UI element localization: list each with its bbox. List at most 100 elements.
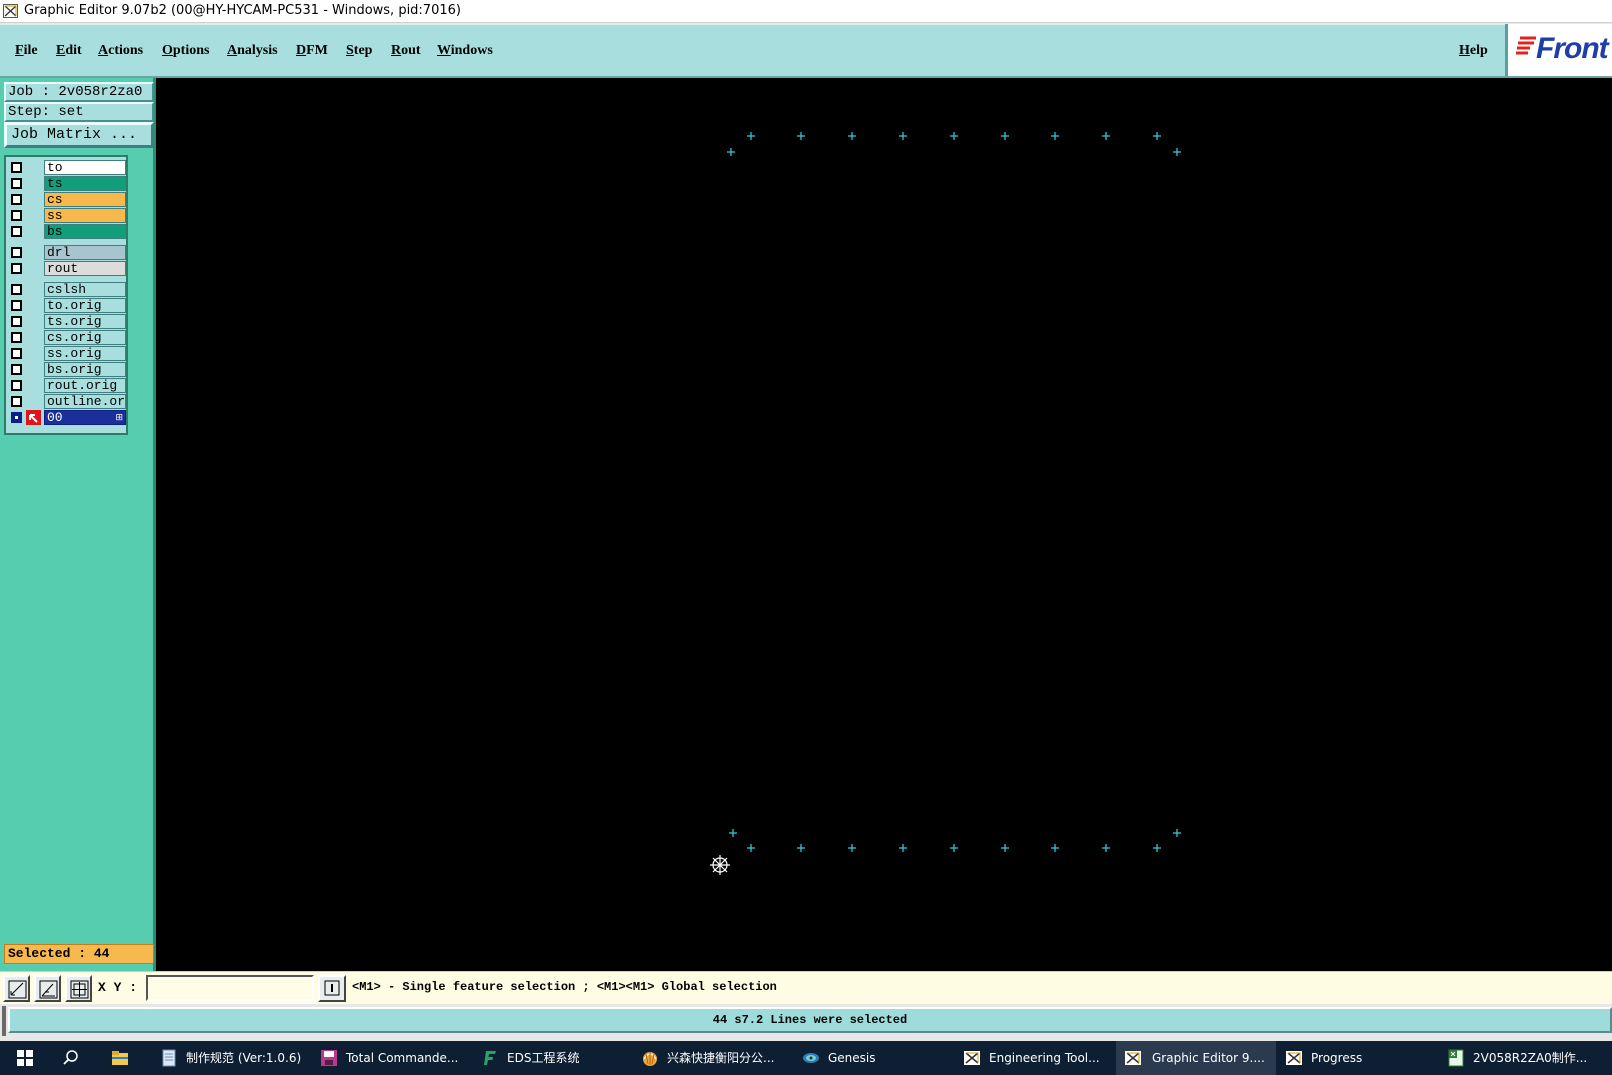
layer-checkbox[interactable] [11, 162, 22, 173]
pad-marker [899, 132, 907, 140]
layer-name[interactable]: to [44, 160, 126, 175]
layer-checkbox[interactable] [11, 284, 22, 295]
layer-row-bs[interactable]: bs [8, 224, 126, 239]
layer-name[interactable]: ts.orig [44, 314, 126, 329]
taskbar-item[interactable]: EDS工程系统 [481, 1041, 631, 1075]
graphic-canvas[interactable] [157, 80, 1612, 972]
grid-tool-button[interactable] [65, 975, 92, 1002]
taskbar-item[interactable]: Genesis [802, 1041, 952, 1075]
menu-step[interactable]: Step [346, 43, 372, 59]
step-label: Step: set [4, 102, 154, 122]
layer-checkbox[interactable] [11, 226, 22, 237]
layer-name[interactable]: ts [44, 176, 126, 191]
menu-edit[interactable]: Edit [56, 43, 82, 59]
pad-marker [1001, 844, 1009, 852]
layer-row-bs-orig[interactable]: bs.orig [8, 362, 126, 377]
layer-name[interactable]: cs [44, 192, 126, 207]
layer-row-ss[interactable]: ss [8, 208, 126, 223]
menu-dfm[interactable]: DFM [296, 43, 328, 59]
windows-taskbar: 制作规范 (Ver:1.0.6) Total Commande... EDS工程… [0, 1041, 1612, 1075]
folder-icon [112, 1051, 128, 1065]
layer-name[interactable]: ss.orig [44, 346, 126, 361]
menu-file[interactable]: File [15, 43, 38, 59]
file-explorer-button[interactable] [111, 1041, 135, 1075]
menu-windows[interactable]: Windows [437, 43, 493, 59]
layer-name[interactable]: cslsh [44, 282, 126, 297]
start-button[interactable] [14, 1041, 36, 1075]
canvas-drawing [710, 132, 1181, 875]
layer-checkbox[interactable] [11, 316, 22, 327]
layer-name[interactable]: rout [44, 261, 126, 276]
menu-help[interactable]: Help [1459, 43, 1488, 59]
layer-checkbox[interactable] [11, 364, 22, 375]
layer-row-to[interactable]: to [8, 160, 126, 175]
title-bar: Graphic Editor 9.07b2 (00@HY-HYCAM-PC531… [0, 0, 1612, 23]
taskbar-item-label: 兴森快捷衡阳分公... [667, 1051, 775, 1065]
layer-name[interactable]: to.orig [44, 298, 126, 313]
genesis-icon [803, 1053, 819, 1063]
pad-marker [950, 132, 958, 140]
xy-input[interactable] [146, 975, 314, 1001]
taskbar-item-label: Progress [1311, 1051, 1363, 1065]
measure-tool-button[interactable] [34, 975, 61, 1002]
layer-row-cs-orig[interactable]: cs.orig [8, 330, 126, 345]
job-label: Job : 2v058r2za0 [4, 82, 154, 102]
pad-marker [729, 829, 737, 837]
menu-rout[interactable]: Rout [391, 43, 421, 59]
pad-marker [1051, 132, 1059, 140]
layer-row-to-orig[interactable]: to.orig [8, 298, 126, 313]
layer-checkbox[interactable] [11, 332, 22, 343]
message-bar-handle [2, 1006, 6, 1036]
xy-label: X Y : [98, 980, 138, 995]
menu-options[interactable]: Options [162, 43, 209, 59]
info-button[interactable] [318, 975, 346, 1002]
layer-row-cslsh[interactable]: cslsh [8, 282, 126, 297]
layer-row-outline-orig[interactable]: outline.orig [8, 394, 126, 409]
pad-marker [1173, 148, 1181, 156]
taskbar-item-label: Genesis [828, 1051, 876, 1065]
layer-row-ts[interactable]: ts [8, 176, 126, 191]
layer-checkbox[interactable] [11, 396, 22, 407]
grid-icon [70, 980, 89, 999]
layer-checkbox[interactable] [11, 300, 22, 311]
layer-row-rout[interactable]: rout [8, 261, 126, 276]
layer-checkbox[interactable] [11, 412, 22, 423]
menu-analysis[interactable]: Analysis [227, 43, 278, 59]
layer-row-rout-orig[interactable]: rout.orig [8, 378, 126, 393]
layer-row-drl[interactable]: drl [8, 245, 126, 260]
layer-row-00[interactable]: 00 ⊞ [8, 410, 126, 425]
layer-checkbox[interactable] [11, 380, 22, 391]
taskbar-item[interactable]: 制作规范 (Ver:1.0.6) [160, 1041, 310, 1075]
layer-name[interactable]: 00 [44, 410, 126, 425]
layer-checkbox[interactable] [11, 247, 22, 258]
layer-name[interactable]: rout.orig [44, 378, 126, 393]
layer-name[interactable]: cs.orig [44, 330, 126, 345]
layer-name[interactable]: bs [44, 224, 126, 239]
layer-name[interactable]: outline.orig [44, 394, 126, 409]
layer-checkbox[interactable] [11, 348, 22, 359]
taskbar-item[interactable]: 2V058R2ZA0制作... [1447, 1041, 1607, 1075]
layer-checkbox[interactable] [11, 194, 22, 205]
layer-checkbox[interactable] [11, 263, 22, 274]
layer-row-ts-orig[interactable]: ts.orig [8, 314, 126, 329]
layer-checkbox[interactable] [11, 178, 22, 189]
layer-name[interactable]: ss [44, 208, 126, 223]
taskbar-item[interactable]: 兴森快捷衡阳分公... [641, 1041, 791, 1075]
windows-start-icon [17, 1050, 33, 1066]
layer-row-ss-orig[interactable]: ss.orig [8, 346, 126, 361]
taskbar-item[interactable]: Total Commande... [320, 1041, 470, 1075]
layer-checkbox[interactable] [11, 210, 22, 221]
status-message: 44 s7.2 Lines were selected [8, 1007, 1612, 1033]
taskbar-item-active[interactable]: Graphic Editor 9.... [1116, 1041, 1276, 1075]
layer-name[interactable]: bs.orig [44, 362, 126, 377]
job-matrix-button[interactable]: Job Matrix ... [4, 122, 154, 148]
snap-tool-button[interactable] [3, 975, 30, 1002]
search-button[interactable] [62, 1041, 84, 1075]
layer-row-cs[interactable]: cs [8, 192, 126, 207]
menu-actions[interactable]: Actions [98, 43, 143, 59]
layer-name[interactable]: drl [44, 245, 126, 260]
taskbar-item[interactable]: Engineering Tool... [963, 1041, 1113, 1075]
pad-marker [727, 148, 735, 156]
taskbar-item[interactable]: Progress [1285, 1041, 1415, 1075]
datum-origin-icon [710, 855, 730, 875]
